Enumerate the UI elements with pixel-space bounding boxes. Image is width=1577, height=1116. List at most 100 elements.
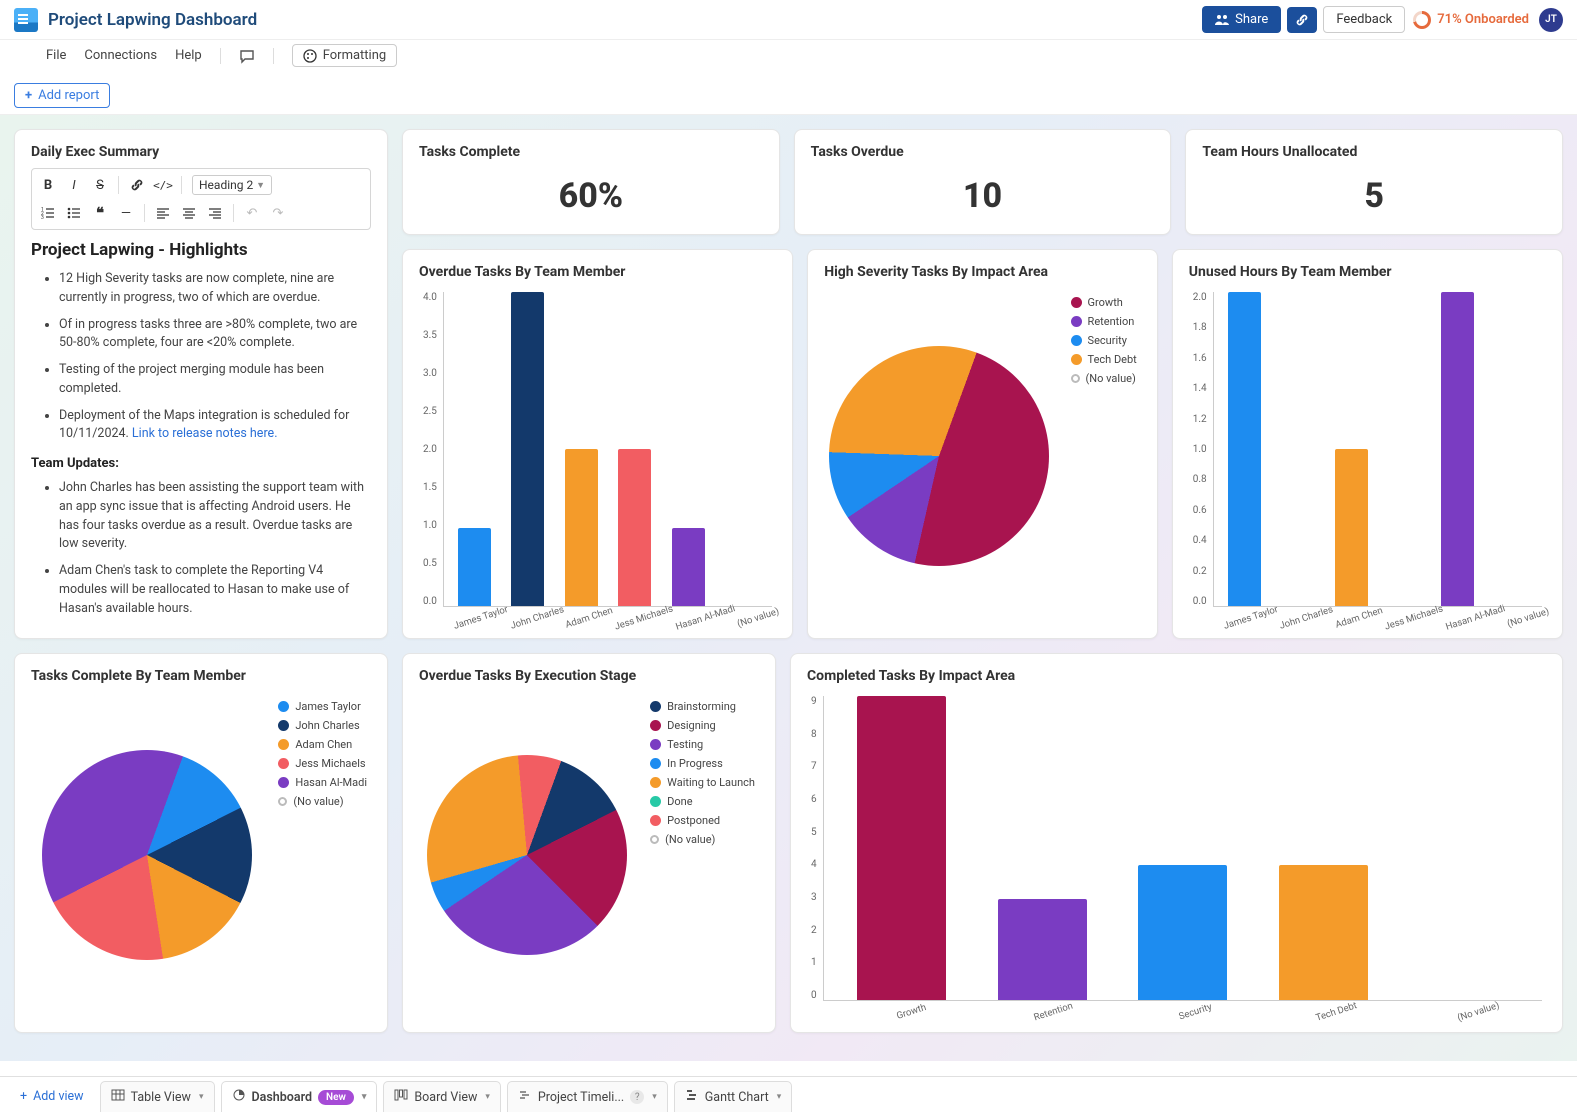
plus-icon: + (20, 1089, 27, 1104)
legend-item[interactable]: Growth (1071, 296, 1137, 309)
legend-item[interactable]: Security (1071, 334, 1137, 347)
chart-bar[interactable] (1335, 449, 1368, 606)
legend-item[interactable]: John Charles (278, 719, 367, 732)
align-center-button[interactable] (177, 201, 201, 225)
strike-button[interactable]: S (88, 173, 112, 197)
chart-bar[interactable] (1279, 865, 1368, 1000)
card-title: Unused Hours By Team Member (1189, 264, 1546, 280)
summary-bullet: John Charles has been assisting the supp… (59, 479, 371, 554)
menu-connections[interactable]: Connections (84, 48, 157, 63)
link-icon (1295, 13, 1309, 27)
align-right-button[interactable] (203, 201, 227, 225)
ordered-list-button[interactable]: 123 (36, 201, 60, 225)
legend-item[interactable]: Done (650, 795, 755, 808)
legend-item[interactable]: Jess Michaels (278, 757, 367, 770)
summary-bullet: 12 High Severity tasks are now complete,… (59, 270, 371, 308)
redo-button[interactable]: ↷ (266, 201, 290, 225)
chart-bar[interactable] (1138, 865, 1227, 1000)
align-left-icon (156, 206, 170, 220)
share-button[interactable]: Share (1202, 6, 1281, 33)
chart-bar[interactable] (1441, 292, 1474, 606)
chart-bar[interactable] (998, 899, 1087, 1000)
add-report-button[interactable]: + Add report (14, 83, 110, 108)
feedback-button[interactable]: Feedback (1323, 6, 1405, 33)
tab-board-view[interactable]: Board View▾ (383, 1081, 501, 1112)
legend-swatch-icon (278, 797, 287, 806)
legend-item[interactable]: Tech Debt (1071, 353, 1137, 366)
legend-item[interactable]: (No value) (278, 795, 367, 808)
help-icon[interactable]: ? (630, 1090, 644, 1104)
summary-bullet: Testing of the project merging module ha… (59, 361, 371, 399)
chevron-down-icon[interactable]: ▾ (362, 1092, 367, 1102)
chevron-down-icon[interactable]: ▾ (199, 1092, 204, 1102)
card-title: Tasks Complete By Team Member (31, 668, 371, 684)
align-left-button[interactable] (151, 201, 175, 225)
bullet-list-button[interactable] (62, 201, 86, 225)
release-notes-link[interactable]: Link to release notes here. (132, 426, 278, 441)
pie-chart[interactable] (42, 750, 252, 960)
bold-button[interactable]: B (36, 173, 60, 197)
legend-item[interactable]: Retention (1071, 315, 1137, 328)
menu-file[interactable]: File (46, 48, 66, 63)
chart-bar[interactable] (672, 528, 705, 607)
legend-item[interactable]: Designing (650, 719, 755, 732)
chart-bar[interactable] (458, 528, 491, 607)
legend-item[interactable]: Postponed (650, 814, 755, 827)
link-insert-button[interactable] (125, 173, 149, 197)
align-center-icon (182, 206, 196, 220)
pie-chart[interactable] (829, 346, 1049, 566)
chart-bar[interactable] (511, 292, 544, 606)
legend-swatch-icon (650, 835, 659, 844)
legend-item[interactable]: Waiting to Launch (650, 776, 755, 789)
heading-select[interactable]: Heading 2 ▼ (192, 175, 272, 195)
chart-bar[interactable] (857, 696, 946, 1000)
chart-bar[interactable] (618, 449, 651, 606)
legend-item[interactable]: (No value) (650, 833, 755, 846)
tab-project-timeli-[interactable]: Project Timeli...?▾ (507, 1081, 668, 1112)
table-icon (111, 1088, 125, 1106)
dashboard-icon (232, 1088, 246, 1106)
legend-item[interactable]: (No value) (1071, 372, 1137, 385)
chevron-down-icon[interactable]: ▾ (652, 1092, 657, 1102)
summary-bullet: Adam Chen's task to complete the Reporti… (59, 562, 371, 618)
bullet-list-icon (67, 206, 81, 220)
tab-gantt-chart[interactable]: Gantt Chart▾ (674, 1081, 792, 1112)
menu-help[interactable]: Help (175, 48, 202, 63)
onboarded-status[interactable]: 71% Onboarded (1413, 11, 1529, 29)
legend-item[interactable]: Brainstorming (650, 700, 755, 713)
legend-item[interactable]: Hasan Al-Madi (278, 776, 367, 789)
link-button[interactable] (1287, 7, 1317, 33)
chart-bar[interactable] (565, 449, 598, 606)
legend-item[interactable]: James Taylor (278, 700, 367, 713)
pie-chart[interactable] (427, 755, 627, 955)
legend-swatch-icon (650, 701, 661, 712)
quote-button[interactable]: ❝ (88, 201, 112, 225)
chart-high-severity: High Severity Tasks By Impact Area Growt… (807, 249, 1158, 639)
chat-icon[interactable] (239, 48, 255, 64)
card-title: Tasks Overdue (811, 144, 1155, 160)
metric-tasks-overdue: Tasks Overdue 10 (794, 129, 1172, 235)
avatar[interactable]: JT (1539, 8, 1563, 32)
tab-dashboard[interactable]: DashboardNew▾ (221, 1081, 378, 1112)
legend-item[interactable]: In Progress (650, 757, 755, 770)
chevron-down-icon[interactable]: ▾ (777, 1092, 782, 1102)
metric-tasks-complete: Tasks Complete 60% (402, 129, 780, 235)
app-logo[interactable] (14, 8, 38, 32)
chart-completed-by-area: Completed Tasks By Impact Area 987654321… (790, 653, 1563, 1033)
code-button[interactable]: </> (151, 173, 175, 197)
add-view-button[interactable]: + Add view (10, 1083, 94, 1110)
formatting-button[interactable]: Formatting (292, 44, 398, 67)
card-title: Overdue Tasks By Team Member (419, 264, 776, 280)
tab-table-view[interactable]: Table View▾ (100, 1081, 215, 1112)
hr-button[interactable]: — (114, 201, 138, 225)
legend-item[interactable]: Adam Chen (278, 738, 367, 751)
summary-body[interactable]: Project Lapwing - Highlights 12 High Sev… (31, 240, 371, 618)
legend-item[interactable]: Testing (650, 738, 755, 751)
view-tabs: + Add view Table View▾DashboardNew▾Board… (0, 1076, 1577, 1116)
card-title: Daily Exec Summary (31, 144, 371, 160)
legend-swatch-icon (278, 739, 289, 750)
undo-button[interactable]: ↶ (240, 201, 264, 225)
chart-bar[interactable] (1228, 292, 1261, 606)
chevron-down-icon[interactable]: ▾ (485, 1092, 490, 1102)
italic-button[interactable]: I (62, 173, 86, 197)
